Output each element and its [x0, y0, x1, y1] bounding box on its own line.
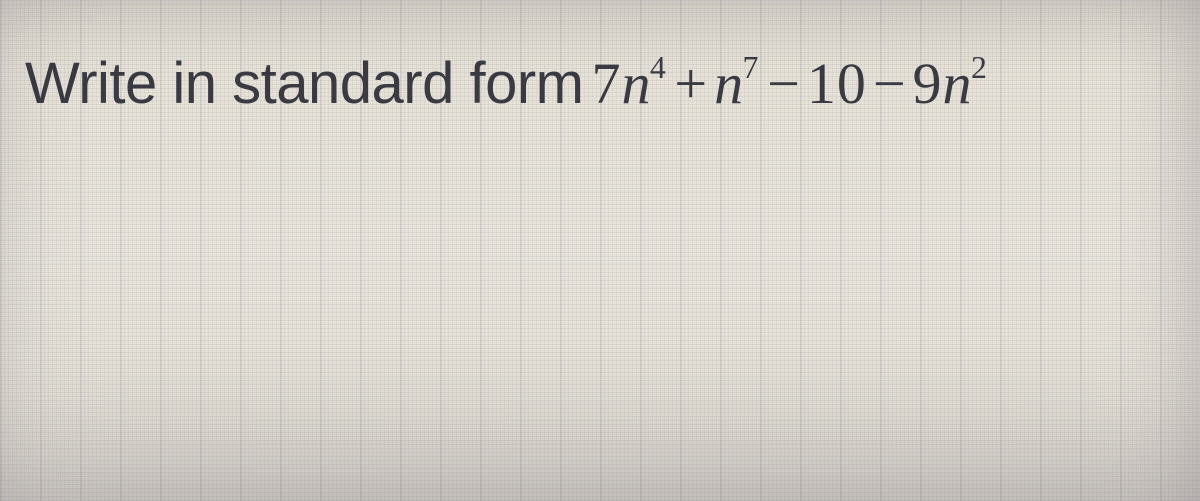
op-minus-2: − — [873, 51, 907, 116]
term4-coef: 9 — [913, 51, 943, 116]
op-minus-1: − — [767, 51, 801, 116]
question-content: Write in standard form 7n4+n7−10−9n2 — [0, 0, 1200, 117]
term1-coef: 7 — [591, 51, 621, 116]
question-line: Write in standard form 7n4+n7−10−9n2 — [25, 50, 1180, 117]
question-prompt: Write in standard form — [25, 50, 583, 117]
term4-var: n — [943, 51, 973, 116]
term1-var: n — [621, 51, 651, 116]
math-expression: 7n4+n7−10−9n2 — [591, 50, 989, 117]
term2-exp: 7 — [743, 50, 760, 85]
term4-exp: 2 — [971, 50, 988, 85]
op-plus: + — [674, 51, 708, 116]
term1-exp: 4 — [650, 50, 667, 85]
term2-var: n — [714, 51, 744, 116]
term3-const: 10 — [807, 51, 867, 116]
